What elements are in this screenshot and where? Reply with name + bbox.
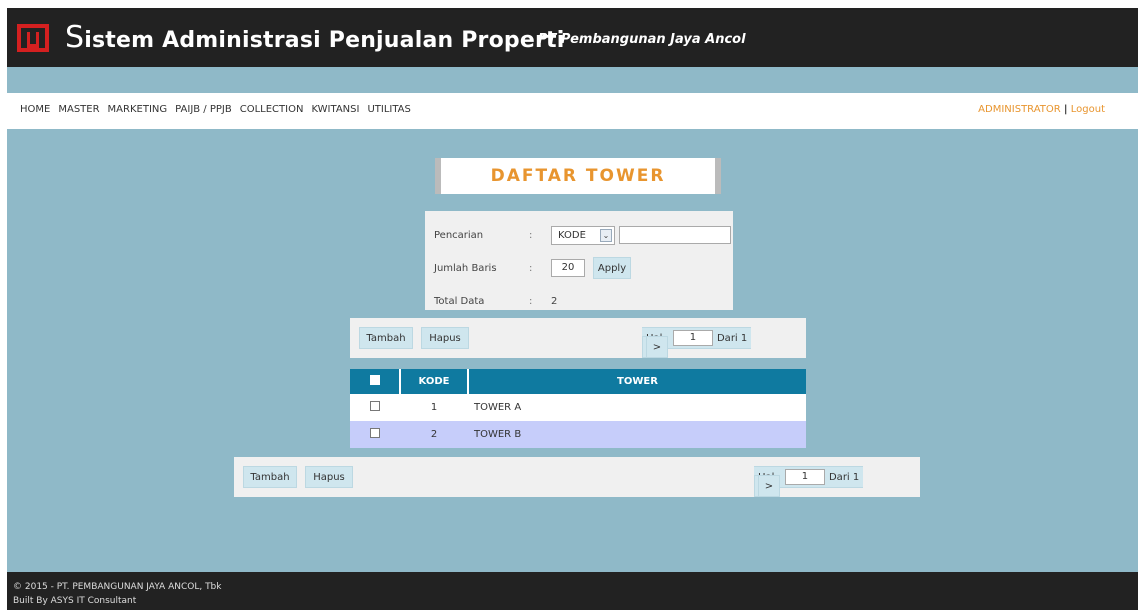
search-input[interactable] xyxy=(619,226,731,244)
next-page-button[interactable]: > xyxy=(758,475,780,497)
row-tower: TOWER B xyxy=(468,421,806,448)
nav-item-master[interactable]: MASTER xyxy=(58,104,99,115)
column-header-kode[interactable]: KODE xyxy=(400,369,469,394)
column-header-tower[interactable]: TOWER xyxy=(468,369,806,394)
pager: < Hal : 1 Dari 1 > xyxy=(642,327,752,358)
total-row: Total Data : 2 xyxy=(434,291,557,311)
nav-item-utilitas[interactable]: UTILITAS xyxy=(367,104,410,115)
chevron-down-icon: ⌄ xyxy=(600,228,612,242)
tower-table: KODE TOWER 1 TOWER A 2 TOWER B xyxy=(350,369,806,448)
search-label: Pencarian xyxy=(434,229,484,241)
app-title: Sistem Administrasi Penjualan Properti xyxy=(65,20,564,55)
row-count-label: Jumlah Baris xyxy=(434,262,497,274)
user-menu: ADMINISTRATOR | Logout xyxy=(978,104,1105,115)
next-page-button[interactable]: > xyxy=(646,336,668,358)
search-panel: Pencarian : KODE ⌄ Jumlah Baris : 20 App… xyxy=(425,211,733,310)
user-menu-separator: | xyxy=(1063,104,1068,115)
total-value: 2 xyxy=(551,295,558,307)
select-all-checkbox[interactable] xyxy=(369,375,380,385)
nav-item-home[interactable]: HOME xyxy=(20,104,50,115)
search-colon: : xyxy=(529,229,533,241)
footer-copyright: © 2015 - PT. PEMBANGUNAN JAYA ANCOL, Tbk xyxy=(13,582,222,592)
nav-item-paijb-ppjb[interactable]: PAIJB / PPJB xyxy=(175,104,232,115)
search-field-value: KODE xyxy=(558,229,586,241)
row-tower: TOWER A xyxy=(468,394,806,421)
row-kode: 2 xyxy=(400,421,468,448)
row-count-input[interactable]: 20 xyxy=(551,259,585,277)
page-title-box: DAFTAR TOWER xyxy=(435,158,721,194)
app-title-initial: S xyxy=(65,20,85,55)
row-count-row: Jumlah Baris : 20 Apply xyxy=(434,257,631,279)
page-total: Dari 1 xyxy=(716,332,748,344)
logout-link[interactable]: Logout xyxy=(1071,104,1105,115)
table-header-row: KODE TOWER xyxy=(350,369,806,394)
row-kode: 1 xyxy=(400,394,468,421)
row-checkbox-cell xyxy=(350,394,400,421)
user-name-link[interactable]: ADMINISTRATOR xyxy=(978,104,1061,115)
select-all-cell xyxy=(350,369,401,394)
total-label: Total Data xyxy=(434,295,485,307)
app-frame: Sistem Administrasi Penjualan Properti P… xyxy=(7,8,1138,610)
table-row[interactable]: 1 TOWER A xyxy=(350,394,806,421)
delete-button[interactable]: Hapus xyxy=(305,466,353,488)
pager: < Hal : 1 Dari 1 > xyxy=(754,466,864,497)
page-footer: © 2015 - PT. PEMBANGUNAN JAYA ANCOL, Tbk… xyxy=(7,572,1138,610)
nav-item-collection[interactable]: COLLECTION xyxy=(240,104,304,115)
add-button[interactable]: Tambah xyxy=(359,327,413,349)
page-title: DAFTAR TOWER xyxy=(490,166,666,186)
app-header: Sistem Administrasi Penjualan Properti P… xyxy=(7,8,1138,67)
main-navbar: HOME MASTER MARKETING PAIJB / PPJB COLLE… xyxy=(7,93,1138,129)
page-input[interactable]: 1 xyxy=(672,330,713,346)
app-title-text: istem Administrasi Penjualan Properti xyxy=(84,28,565,53)
search-row: Pencarian : KODE ⌄ xyxy=(434,225,731,245)
total-colon: : xyxy=(529,295,533,307)
add-button[interactable]: Tambah xyxy=(243,466,297,488)
page-input[interactable]: 1 xyxy=(784,469,825,485)
company-logo-icon xyxy=(17,24,49,52)
row-checkbox[interactable] xyxy=(370,428,380,438)
table-row[interactable]: 2 TOWER B xyxy=(350,421,806,448)
row-count-colon: : xyxy=(529,262,533,274)
bottom-toolbar: Tambah Hapus < Hal : 1 Dari 1 > xyxy=(234,457,920,497)
top-toolbar: Tambah Hapus < Hal : 1 Dari 1 > xyxy=(350,318,806,358)
company-name: PT Pembangunan Jaya Ancol xyxy=(538,32,746,47)
page-total: Dari 1 xyxy=(828,471,860,483)
nav-item-kwitansi[interactable]: KWITANSI xyxy=(311,104,359,115)
delete-button[interactable]: Hapus xyxy=(421,327,469,349)
nav-item-marketing[interactable]: MARKETING xyxy=(108,104,168,115)
footer-built-by: Built By ASYS IT Consultant xyxy=(13,596,137,606)
row-checkbox-cell xyxy=(350,421,400,448)
apply-button[interactable]: Apply xyxy=(593,257,631,279)
row-checkbox[interactable] xyxy=(370,401,380,411)
nav-menu: HOME MASTER MARKETING PAIJB / PPJB COLLE… xyxy=(20,104,419,115)
search-field-select[interactable]: KODE ⌄ xyxy=(551,225,615,245)
